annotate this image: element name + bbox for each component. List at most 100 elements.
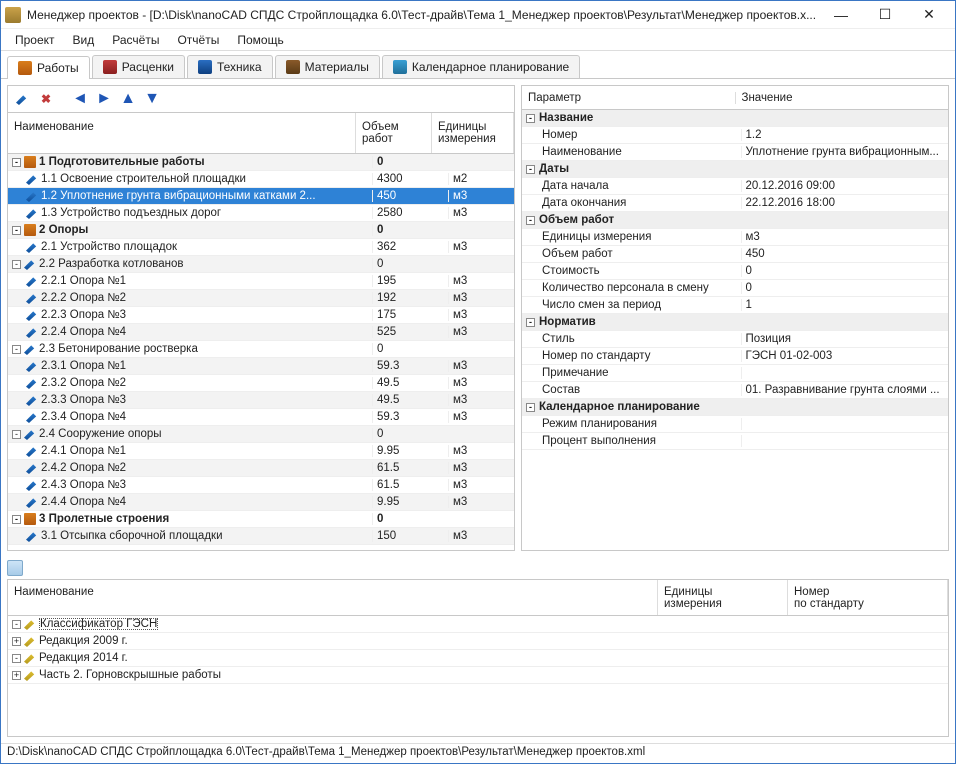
expand-toggle[interactable]: - — [12, 226, 21, 235]
nav-fwd-button[interactable]: ► — [94, 89, 114, 109]
works-grid-body[interactable]: -1 Подготовительные работы01.1 Освоение … — [8, 154, 514, 550]
table-row[interactable]: -3 Пролетные строения0 — [8, 511, 514, 528]
property-value[interactable]: 01. Разравнивание грунта слоями ... — [742, 384, 949, 396]
maximize-button[interactable]: ☐ — [863, 2, 907, 28]
table-row[interactable]: 1.1 Освоение строительной площадки4300м2 — [8, 171, 514, 188]
menu-project[interactable]: Проект — [7, 31, 63, 49]
expand-toggle[interactable]: + — [12, 637, 21, 646]
expand-toggle[interactable]: - — [12, 654, 21, 663]
menu-help[interactable]: Помощь — [229, 31, 291, 49]
expand-toggle[interactable]: - — [12, 345, 21, 354]
table-row[interactable]: 3.1 Отсыпка сборочной площадки150м3 — [8, 528, 514, 545]
property-row[interactable]: Объем работ450 — [522, 246, 948, 263]
table-row[interactable]: 2.2.1 Опора №1195м3 — [8, 273, 514, 290]
property-row[interactable]: Число смен за период1 — [522, 297, 948, 314]
table-row[interactable]: 2.3.2 Опора №249.5м3 — [8, 375, 514, 392]
col-header-name[interactable]: Наименование — [8, 113, 356, 153]
tab-works[interactable]: Работы — [7, 56, 90, 79]
menu-reports[interactable]: Отчёты — [169, 31, 227, 49]
minimize-button[interactable]: — — [819, 2, 863, 28]
property-value[interactable]: м3 — [742, 231, 949, 243]
expand-toggle[interactable]: - — [12, 260, 21, 269]
table-row[interactable]: 2.2.4 Опора №4525м3 — [8, 324, 514, 341]
expand-toggle[interactable]: - — [526, 165, 535, 174]
prop-header-param[interactable]: Параметр — [522, 92, 736, 104]
tab-prices[interactable]: Расценки — [92, 55, 185, 78]
property-value[interactable]: 20.12.2016 09:00 — [742, 180, 949, 192]
class-row[interactable]: +Часть 2. Горновскрышные работы — [8, 667, 948, 684]
expand-toggle[interactable]: - — [526, 114, 535, 123]
property-row[interactable]: СтильПозиция — [522, 331, 948, 348]
tab-schedule[interactable]: Календарное планирование — [382, 55, 580, 78]
nav-back-button[interactable]: ◄ — [70, 89, 90, 109]
property-row[interactable]: НаименованиеУплотнение грунта вибрационн… — [522, 144, 948, 161]
table-row[interactable]: 2.4.3 Опора №361.5м3 — [8, 477, 514, 494]
tab-materials[interactable]: Материалы — [275, 55, 380, 78]
expand-toggle[interactable]: - — [12, 430, 21, 439]
expand-toggle[interactable]: - — [526, 403, 535, 412]
class-row[interactable]: -Редакция 2014 г. — [8, 650, 948, 667]
expand-toggle[interactable]: - — [526, 318, 535, 327]
table-row[interactable]: -2.4 Сооружение опоры0 — [8, 426, 514, 443]
class-header-unit[interactable]: Единицы измерения — [658, 580, 788, 615]
property-row[interactable]: Дата окончания22.12.2016 18:00 — [522, 195, 948, 212]
property-row[interactable]: Номер1.2 — [522, 127, 948, 144]
table-row[interactable]: 2.3.4 Опора №459.3м3 — [8, 409, 514, 426]
table-row[interactable]: -1 Подготовительные работы0 — [8, 154, 514, 171]
property-body[interactable]: -НазваниеНомер1.2НаименованиеУплотнение … — [522, 110, 948, 550]
property-value[interactable]: ГЭСН 01-02-003 — [742, 350, 949, 362]
expand-toggle[interactable]: - — [12, 158, 21, 167]
table-row[interactable]: 2.1 Устройство площадок362м3 — [8, 239, 514, 256]
property-group[interactable]: -Название — [522, 110, 948, 127]
table-row[interactable]: 2.2.2 Опора №2192м3 — [8, 290, 514, 307]
property-value[interactable]: 450 — [742, 248, 949, 260]
prop-header-value[interactable]: Значение — [736, 92, 949, 104]
table-row[interactable]: -2 Опоры0 — [8, 222, 514, 239]
class-header-name[interactable]: Наименование — [8, 580, 658, 615]
expand-toggle[interactable]: - — [12, 515, 21, 524]
table-row[interactable]: 1.2 Уплотнение грунта вибрационными катк… — [8, 188, 514, 205]
property-group[interactable]: -Даты — [522, 161, 948, 178]
classifier-body[interactable]: -Классификатор ГЭСН+Редакция 2009 г.-Ред… — [8, 616, 948, 736]
property-group[interactable]: -Норматив — [522, 314, 948, 331]
table-row[interactable]: 2.2.3 Опора №3175м3 — [8, 307, 514, 324]
expand-toggle[interactable]: - — [526, 216, 535, 225]
expand-toggle[interactable]: + — [12, 671, 21, 680]
table-row[interactable]: 2.4.4 Опора №49.95м3 — [8, 494, 514, 511]
edit-button[interactable] — [12, 89, 32, 109]
class-row[interactable]: -Классификатор ГЭСН — [8, 616, 948, 633]
table-row[interactable]: 2.4.1 Опора №19.95м3 — [8, 443, 514, 460]
property-row[interactable]: Номер по стандартуГЭСН 01-02-003 — [522, 348, 948, 365]
col-header-unit[interactable]: Единицы измерения — [432, 113, 514, 153]
property-row[interactable]: Дата начала20.12.2016 09:00 — [522, 178, 948, 195]
expand-toggle[interactable]: - — [12, 620, 21, 629]
class-header-num[interactable]: Номер по стандарту — [788, 580, 948, 615]
table-row[interactable]: 1.3 Устройство подъездных дорог2580м3 — [8, 205, 514, 222]
table-row[interactable]: 2.3.3 Опора №349.5м3 — [8, 392, 514, 409]
property-row[interactable]: Режим планирования — [522, 416, 948, 433]
col-header-vol[interactable]: Объем работ — [356, 113, 432, 153]
property-value[interactable]: Позиция — [742, 333, 949, 345]
menu-calc[interactable]: Расчёты — [104, 31, 167, 49]
property-value[interactable]: 1 — [742, 299, 949, 311]
tab-machinery[interactable]: Техника — [187, 55, 273, 78]
property-value[interactable]: 1.2 — [742, 129, 949, 141]
delete-button[interactable]: ✖ — [36, 89, 56, 109]
property-row[interactable]: Количество персонала в смену0 — [522, 280, 948, 297]
table-row[interactable]: -2.2 Разработка котлованов0 — [8, 256, 514, 273]
property-value[interactable]: 0 — [742, 265, 949, 277]
table-row[interactable]: 2.3.1 Опора №159.3м3 — [8, 358, 514, 375]
property-group[interactable]: -Объем работ — [522, 212, 948, 229]
table-row[interactable]: 2.4.2 Опора №261.5м3 — [8, 460, 514, 477]
property-value[interactable]: Уплотнение грунта вибрационным... — [742, 146, 949, 158]
menu-view[interactable]: Вид — [65, 31, 103, 49]
nav-up-button[interactable]: ▲ — [118, 89, 138, 109]
close-button[interactable]: ✕ — [907, 2, 951, 28]
property-group[interactable]: -Календарное планирование — [522, 399, 948, 416]
property-value[interactable]: 0 — [742, 282, 949, 294]
property-row[interactable]: Примечание — [522, 365, 948, 382]
document-icon[interactable] — [7, 560, 23, 576]
property-row[interactable]: Единицы измерениям3 — [522, 229, 948, 246]
nav-down-button[interactable]: ▼ — [142, 89, 162, 109]
property-row[interactable]: Состав01. Разравнивание грунта слоями ..… — [522, 382, 948, 399]
